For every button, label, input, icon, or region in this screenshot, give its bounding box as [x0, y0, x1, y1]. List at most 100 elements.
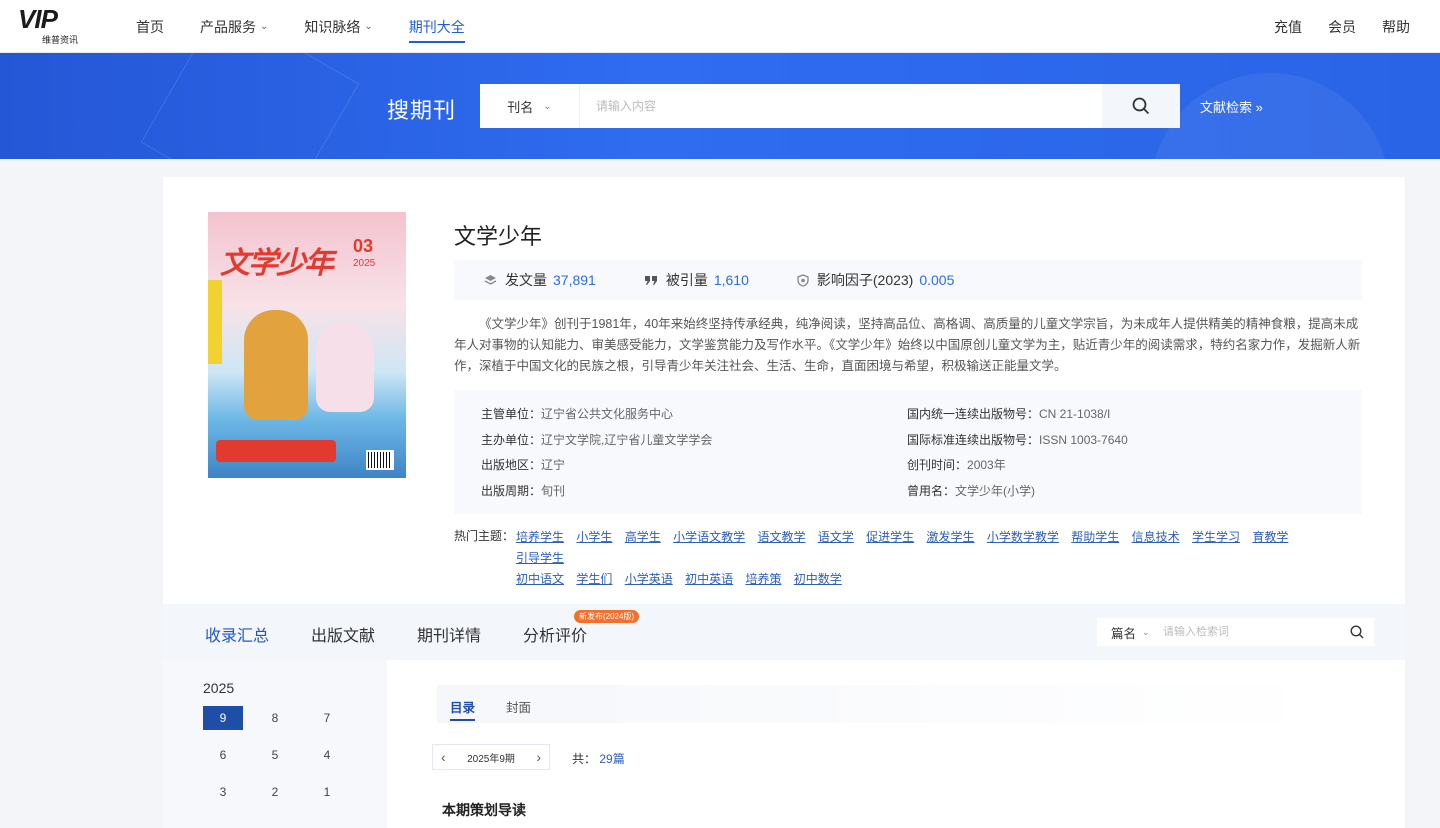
chevron-down-icon: ⌄ [260, 21, 269, 32]
cover-side-strip [208, 280, 222, 364]
section-title: 本期策划导读 [442, 802, 526, 818]
topic-tag[interactable]: 引导学生 [516, 551, 564, 565]
issue-pager: ‹ 2025年9期 › [432, 744, 550, 770]
hot-topic-list: 培养学生 小学生 高学生 小学语文教学 语文教学 语文学 促进学生 激发学生 小… [516, 527, 1346, 590]
recharge-link[interactable]: 充值 [1274, 17, 1302, 37]
issue-sidebar: 2025 9 8 7 6 5 4 3 2 1 [163, 660, 387, 828]
stat-label: 被引量 [665, 272, 708, 288]
info-label: 出版周期： [481, 483, 542, 498]
search-button[interactable] [1102, 84, 1180, 128]
issue-item[interactable]: 1 [307, 780, 347, 804]
nav-label: 知识脉络 [304, 18, 361, 35]
info-label: 主办单位： [481, 432, 542, 447]
advanced-search-link[interactable]: 文献检索 » [1200, 97, 1263, 116]
tab-collection-summary[interactable]: 收录汇总 [205, 622, 269, 646]
issue-item[interactable]: 6 [203, 743, 243, 767]
topic-tag[interactable]: 小学生 [576, 530, 612, 544]
journal-stats: 发文量 37,891 被引量 1,610 影响因子(2023) 0.005 [454, 260, 1362, 300]
help-link[interactable]: 帮助 [1382, 17, 1410, 37]
topic-tag[interactable]: 促进学生 [866, 530, 914, 544]
info-column-left: 主管单位：辽宁省公共文化服务中心 主办单位：辽宁文学院,辽宁省儿童文学学会 出版… [481, 402, 712, 504]
info-row-issn: 国际标准连续出版物号：ISSN 1003-7640 [907, 428, 1128, 454]
tab-cover[interactable]: 封面 [506, 697, 531, 716]
chevron-left-icon[interactable]: ‹ [441, 749, 446, 765]
nav-item-journals[interactable]: 期刊大全 [408, 0, 465, 53]
issue-item[interactable]: 8 [255, 706, 295, 730]
journal-description: 《文学少年》创刊于1981年，40年来始终坚持传承经典，纯净阅读，坚持高品位、高… [454, 317, 1361, 373]
topic-tag[interactable]: 初中数学 [794, 572, 842, 586]
stat-citations: 被引量 1,610 [644, 270, 749, 290]
cover-bunny-illustration [316, 322, 374, 412]
topic-tag[interactable]: 学生学习 [1192, 530, 1240, 544]
topic-tag[interactable]: 育教学 [1252, 530, 1288, 544]
tab-analysis-evaluation[interactable]: 分析评价 [523, 622, 587, 646]
stat-value: 1,610 [713, 272, 749, 288]
total-label: 共： [572, 752, 597, 766]
issue-item[interactable]: 9 [203, 706, 243, 730]
cover-issue-number: 03 [353, 236, 374, 256]
cover-title: 文学少年 [220, 247, 334, 280]
tab-table-of-contents[interactable]: 目录 [450, 697, 476, 721]
toc-panel: 目录 封面 ‹ 2025年9期 › 共： 29篇 本期策划导读 [387, 660, 1405, 828]
topic-tag[interactable]: 帮助学生 [1071, 530, 1119, 544]
info-value: 旬刊 [541, 483, 566, 498]
membership-link[interactable]: 会员 [1328, 17, 1356, 37]
cover-footer-banner [216, 440, 336, 462]
hot-topics-label: 热门主题： [454, 529, 515, 543]
tab-journal-details[interactable]: 期刊详情 [417, 622, 481, 646]
issue-item[interactable]: 3 [203, 780, 243, 804]
journal-title: 文学少年 [454, 224, 543, 249]
topic-tag[interactable]: 语文教学 [757, 530, 805, 544]
journal-cover-image[interactable]: 文学少年 03 2025 [208, 212, 406, 478]
topic-tag[interactable]: 激发学生 [927, 530, 975, 544]
logo[interactable]: VIP 维普资讯 [16, 4, 86, 45]
nav-item-home[interactable]: 首页 [136, 0, 164, 53]
issue-item[interactable]: 4 [307, 743, 347, 767]
topic-tag[interactable]: 培养策 [745, 572, 781, 586]
topic-tag[interactable]: 高学生 [625, 530, 661, 544]
article-search-type-label: 篇名 [1111, 626, 1137, 641]
search-type-select[interactable]: 刊名 ⌄ [480, 84, 580, 128]
info-row-former-name: 曾用名：文学少年(小学) [907, 479, 1128, 505]
stat-label: 影响因子(2023) [816, 272, 914, 288]
search-input[interactable] [580, 84, 1102, 128]
topic-tag[interactable]: 培养学生 [516, 530, 564, 544]
cover-bear-illustration [244, 310, 308, 420]
topic-tag[interactable]: 初中语文 [516, 572, 564, 586]
search-icon [1350, 625, 1364, 639]
journal-card: 文学少年 03 2025 文学少年 发文量 37,891 被引量 1,610 影… [163, 177, 1405, 828]
topic-tag[interactable]: 小学英语 [625, 572, 673, 586]
info-label: 创刊时间： [907, 458, 968, 472]
info-label: 国内统一连续出版物号： [907, 407, 1040, 421]
info-column-right: 国内统一连续出版物号：CN 21-1038/I 国际标准连续出版物号：ISSN … [907, 402, 1128, 504]
journal-info-panel: 主管单位：辽宁省公共文化服务中心 主办单位：辽宁文学院,辽宁省儿童文学学会 出版… [454, 390, 1362, 514]
topic-tag[interactable]: 信息技术 [1132, 530, 1180, 544]
article-search-type-select[interactable]: 篇名 ⌄ [1097, 623, 1159, 642]
topic-tag[interactable]: 小学数学教学 [987, 530, 1059, 544]
topic-tag[interactable]: 小学语文教学 [673, 530, 745, 544]
issue-item[interactable]: 2 [255, 780, 295, 804]
banner-decoration [1150, 73, 1390, 159]
article-search-button[interactable] [1340, 625, 1374, 639]
article-search-input[interactable] [1159, 626, 1340, 638]
tab-published-articles[interactable]: 出版文献 [311, 622, 375, 646]
chevron-right-icon[interactable]: › [536, 749, 541, 765]
topic-tag[interactable]: 学生们 [576, 572, 612, 586]
issue-item[interactable]: 5 [255, 743, 295, 767]
topic-tag[interactable]: 语文学 [818, 530, 854, 544]
info-value: ISSN 1003-7640 [1039, 432, 1128, 447]
issue-year[interactable]: 2025 [203, 680, 234, 696]
nav-label: 期刊大全 [408, 18, 465, 35]
banner-title: 搜期刊 [387, 98, 457, 123]
nav-item-products[interactable]: 产品服务 ⌄ [200, 0, 268, 53]
logo-subtitle: 维普资讯 [42, 35, 79, 45]
nav-item-knowledge[interactable]: 知识脉络 ⌄ [304, 0, 372, 53]
info-row-region: 出版地区：辽宁 [481, 453, 712, 479]
article-search-box: 篇名 ⌄ [1097, 618, 1374, 646]
quote-icon [644, 275, 658, 286]
topic-tag[interactable]: 初中英语 [685, 572, 733, 586]
issue-item[interactable]: 7 [307, 706, 347, 730]
search-banner: 搜期刊 刊名 ⌄ 文献检索 » [0, 53, 1440, 159]
search-icon [1132, 97, 1150, 115]
new-release-badge: 新发布(2024版) [574, 610, 640, 623]
